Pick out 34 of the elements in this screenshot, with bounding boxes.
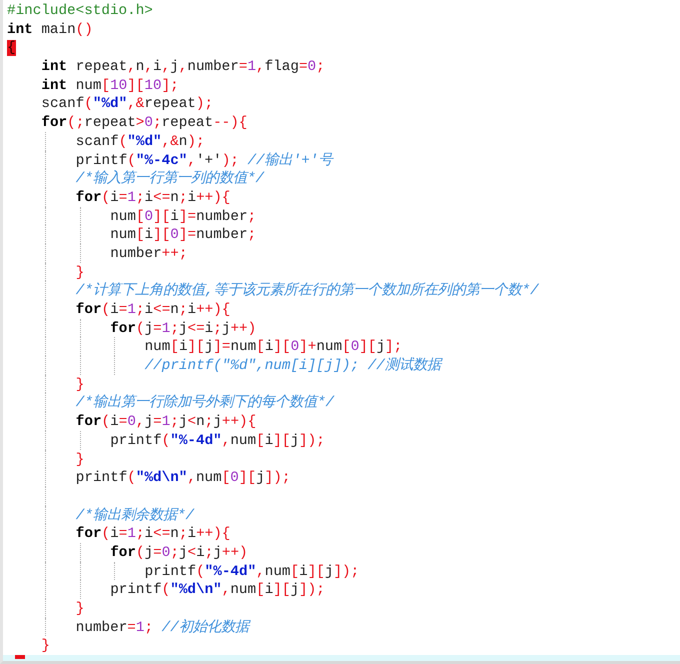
code-line: #include<stdio.h> xyxy=(7,2,153,21)
code-line: } xyxy=(76,264,84,282)
code-line: for(i=0,j=1;j<n;j++){ xyxy=(76,413,256,432)
code-line: num[i][0]=number; xyxy=(110,226,256,245)
code-line: scanf("%d",&n); xyxy=(76,132,205,152)
code-line: } xyxy=(76,376,84,394)
code-line: printf("%-4d",num[i][j]); xyxy=(144,562,360,582)
code-line: number++; xyxy=(110,244,188,264)
code-line: int repeat,n,i,j,number=1,flag=0; xyxy=(41,58,325,77)
code-line: /*输出第一行除加号外剩下的每个数值*/ xyxy=(76,394,334,414)
code-line: for(j=0;j<i;j++) xyxy=(110,544,248,563)
code-line: printf("%d\n",num[i][j]); xyxy=(110,581,325,600)
code-line: } xyxy=(76,600,84,619)
code-line: for(i=1;i<=n;i++){ xyxy=(76,301,230,320)
code-line: /*输出剩余数据*/ xyxy=(76,506,194,526)
code-line: for(j=1;j<=i;j++) xyxy=(110,320,256,338)
code-line: //printf("%d",num[i][j]); //测试数据 xyxy=(144,357,441,376)
code-line: } xyxy=(76,450,84,470)
code-line: for(i=1;i<=n;i++){ xyxy=(76,525,230,544)
code-line: for(;repeat>0;repeat--){ xyxy=(41,114,248,133)
code-line: /*计算下上角的数值,等于该元素所在行的第一个数加所在列的第一个数*/ xyxy=(76,282,539,302)
code-line: printf("%-4c",'+'); //输出'+'号 xyxy=(76,152,332,170)
code-line: /*输入第一行第一列的数值*/ xyxy=(76,170,264,189)
code-line: printf("%-4d",num[i][j]); xyxy=(110,432,325,451)
code-line: for(i=1;i<=n;i++){ xyxy=(76,188,230,208)
error-marker xyxy=(15,655,25,660)
code-line: num[i][j]=num[i][0]+num[0][j]; xyxy=(144,338,402,357)
code-line: number=1; //初始化数据 xyxy=(76,618,249,638)
code-line: scanf("%d",&repeat); xyxy=(41,95,214,114)
code-line: printf("%d\n",num[0][j]); xyxy=(76,469,290,488)
code-line: int main() xyxy=(7,20,93,40)
code-line: num[0][i]=number; xyxy=(110,208,256,226)
code-line: } xyxy=(41,637,50,656)
code-line: int num[10][10]; xyxy=(41,76,179,96)
